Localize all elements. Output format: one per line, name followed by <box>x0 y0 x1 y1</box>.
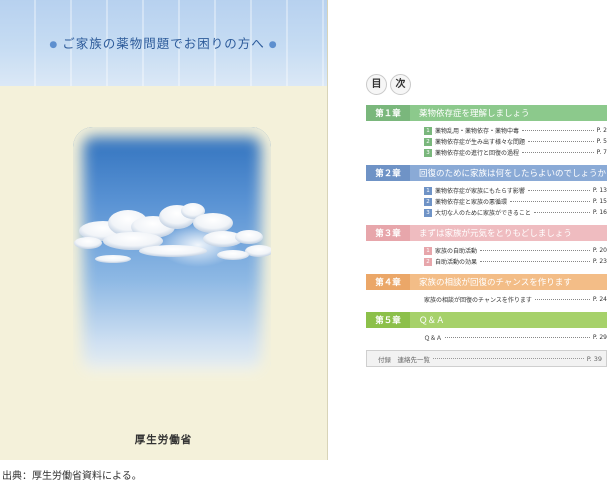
cover-ministry-name: 厚生労働省 <box>134 434 193 446</box>
toc-item[interactable]: 3 薬物依存症の進行と回復の過程 P. 7 <box>366 147 607 158</box>
item-label: 薬物依存症が家族にもたらす影響 <box>435 188 525 195</box>
dot-leader <box>528 141 594 142</box>
cover-title: ● ご家族の薬物問題でお困りの方へ ● <box>0 33 327 52</box>
item-label: Ｑ＆Ａ <box>424 335 443 342</box>
chapter-number: 第３章 <box>366 225 410 241</box>
chapter-1: 第１章 薬物依存症を理解しましょう 1 薬物乱用・薬物依存・薬物中毒 P. 2 2 薬物依存… <box>366 105 607 158</box>
item-number-badge: 2 <box>424 137 432 146</box>
item-page: P. 7 <box>596 149 607 156</box>
chapter-2: 第２章 回復のために家族は何をしたらよいのでしょうか 1 薬物依存症が家族にもたらす影… <box>366 165 607 218</box>
item-page: P. 15 <box>592 198 607 205</box>
chapter-header[interactable]: 第２章 回復のために家族は何をしたらよいのでしょうか <box>366 165 607 181</box>
item-page: P. 13 <box>592 187 607 194</box>
sky-clouds-illustration <box>73 127 271 381</box>
chapter-items: 家族の相談が回復のチャンスを作ります P. 24 <box>366 290 607 305</box>
dot-leader <box>445 337 590 338</box>
appendix-entry[interactable]: 付録 連絡先一覧 P. 39 <box>366 350 607 367</box>
item-page: P. 5 <box>596 138 607 145</box>
toc-heading-char: 次 <box>390 74 411 95</box>
chapter-items: 1 家族の自助活動 P. 20 2 自助活動の効果 P. 23 <box>366 241 607 267</box>
dot-leader <box>522 130 594 131</box>
chapter-number: 第５章 <box>366 312 410 328</box>
source-note: 出典：厚生労働省資料による。 <box>2 471 142 482</box>
toc-heading: 目 次 <box>366 74 607 95</box>
dot-leader <box>480 261 590 262</box>
chapter-title: まずは家族が元気をとりもどしましょう <box>410 225 607 241</box>
item-number-badge: 3 <box>424 148 432 157</box>
dot-leader <box>480 250 590 251</box>
bullet-dot-icon: ● <box>268 40 278 50</box>
toc-item[interactable]: 2 薬物依存症が生み出す様々な問題 P. 5 <box>366 136 607 147</box>
toc-item[interactable]: 1 薬物依存症が家族にもたらす影響 P. 13 <box>366 185 607 196</box>
appendix-label: 付録 連絡先一覧 <box>378 355 430 364</box>
dot-leader <box>522 152 594 153</box>
toc-item[interactable]: 3 大切な人のために家族ができること P. 16 <box>366 207 607 218</box>
chapter-items: Ｑ＆Ａ P. 29 <box>366 328 607 343</box>
chapter-title: 回復のために家族は何をしたらよいのでしょうか <box>410 165 607 181</box>
chapter-4: 第４章 家族の相談が回復のチャンスを作ります 家族の相談が回復のチャンスを作ります P… <box>366 274 607 305</box>
dot-leader <box>433 358 584 359</box>
toc-item[interactable]: Ｑ＆Ａ P. 29 <box>366 332 607 343</box>
item-label: 自助活動の効果 <box>435 259 478 266</box>
chapter-5: 第５章 Ｑ＆Ａ Ｑ＆Ａ P. 29 <box>366 312 607 343</box>
item-label: 薬物乱用・薬物依存・薬物中毒 <box>435 128 520 135</box>
chapter-items: 1 薬物依存症が家族にもたらす影響 P. 13 2 薬物依存症と家族の悪循環 P. 15 3… <box>366 181 607 218</box>
dot-leader <box>510 201 590 202</box>
item-number-badge: 2 <box>424 197 432 206</box>
chapter-number: 第１章 <box>366 105 410 121</box>
chapter-header[interactable]: 第４章 家族の相談が回復のチャンスを作ります <box>366 274 607 290</box>
chapter-title: 家族の相談が回復のチャンスを作ります <box>410 274 607 290</box>
chapter-list: 第１章 薬物依存症を理解しましょう 1 薬物乱用・薬物依存・薬物中毒 P. 2 2 薬物依存… <box>366 105 607 343</box>
toc-item[interactable]: 1 家族の自助活動 P. 20 <box>366 245 607 256</box>
item-page: P. 16 <box>592 209 607 216</box>
chapter-number: 第４章 <box>366 274 410 290</box>
chapter-3: 第３章 まずは家族が元気をとりもどしましょう 1 家族の自助活動 P. 20 2 自助活動の… <box>366 225 607 267</box>
dot-leader <box>534 299 590 300</box>
chapter-title: Ｑ＆Ａ <box>410 312 607 328</box>
toc-item[interactable]: 2 薬物依存症と家族の悪循環 P. 15 <box>366 196 607 207</box>
toc-item[interactable]: 2 自助活動の効果 P. 23 <box>366 256 607 267</box>
item-page: P. 20 <box>592 247 607 254</box>
item-label: 大切な人のために家族ができること <box>435 210 531 217</box>
chapter-header[interactable]: 第５章 Ｑ＆Ａ <box>366 312 607 328</box>
dot-leader <box>527 190 590 191</box>
toc-item[interactable]: 家族の相談が回復のチャンスを作ります P. 24 <box>366 294 607 305</box>
chapter-header[interactable]: 第３章 まずは家族が元気をとりもどしましょう <box>366 225 607 241</box>
chapter-title: 薬物依存症を理解しましょう <box>410 105 607 121</box>
booklet-cover: ● ご家族の薬物問題でお困りの方へ ● 厚生労働省 <box>0 0 328 460</box>
item-page: P. 2 <box>596 127 607 134</box>
item-number-badge: 1 <box>424 186 432 195</box>
item-label: 家族の相談が回復のチャンスを作ります <box>424 297 532 304</box>
item-label: 薬物依存症と家族の悪循環 <box>435 199 508 206</box>
appendix-page: P. 39 <box>586 354 602 363</box>
table-of-contents: 目 次 第１章 薬物依存症を理解しましょう 1 薬物乱用・薬物依存・薬物中毒 P. 22… <box>366 74 607 367</box>
item-page: P. 23 <box>592 258 607 265</box>
item-number-badge: 3 <box>424 208 432 217</box>
toc-heading-char: 目 <box>366 74 387 95</box>
bullet-dot-icon: ● <box>49 40 59 50</box>
clouds-icon <box>74 203 271 267</box>
chapter-number: 第２章 <box>366 165 410 181</box>
item-page: P. 24 <box>592 296 607 303</box>
item-number-badge: 1 <box>424 246 432 255</box>
cover-title-text: ご家族の薬物問題でお困りの方へ <box>62 36 265 51</box>
item-number-badge: 2 <box>424 257 432 266</box>
chapter-items: 1 薬物乱用・薬物依存・薬物中毒 P. 2 2 薬物依存症が生み出す様々な問題 P. 5 3… <box>366 121 607 158</box>
toc-item[interactable]: 1 薬物乱用・薬物依存・薬物中毒 P. 2 <box>366 125 607 136</box>
item-label: 家族の自助活動 <box>435 248 478 255</box>
item-label: 薬物依存症の進行と回復の過程 <box>435 150 520 157</box>
item-number-badge: 1 <box>424 126 432 135</box>
item-label: 薬物依存症が生み出す様々な問題 <box>435 139 526 146</box>
chapter-header[interactable]: 第１章 薬物依存症を理解しましょう <box>366 105 607 121</box>
item-page: P. 29 <box>592 334 607 341</box>
dot-leader <box>533 212 590 213</box>
